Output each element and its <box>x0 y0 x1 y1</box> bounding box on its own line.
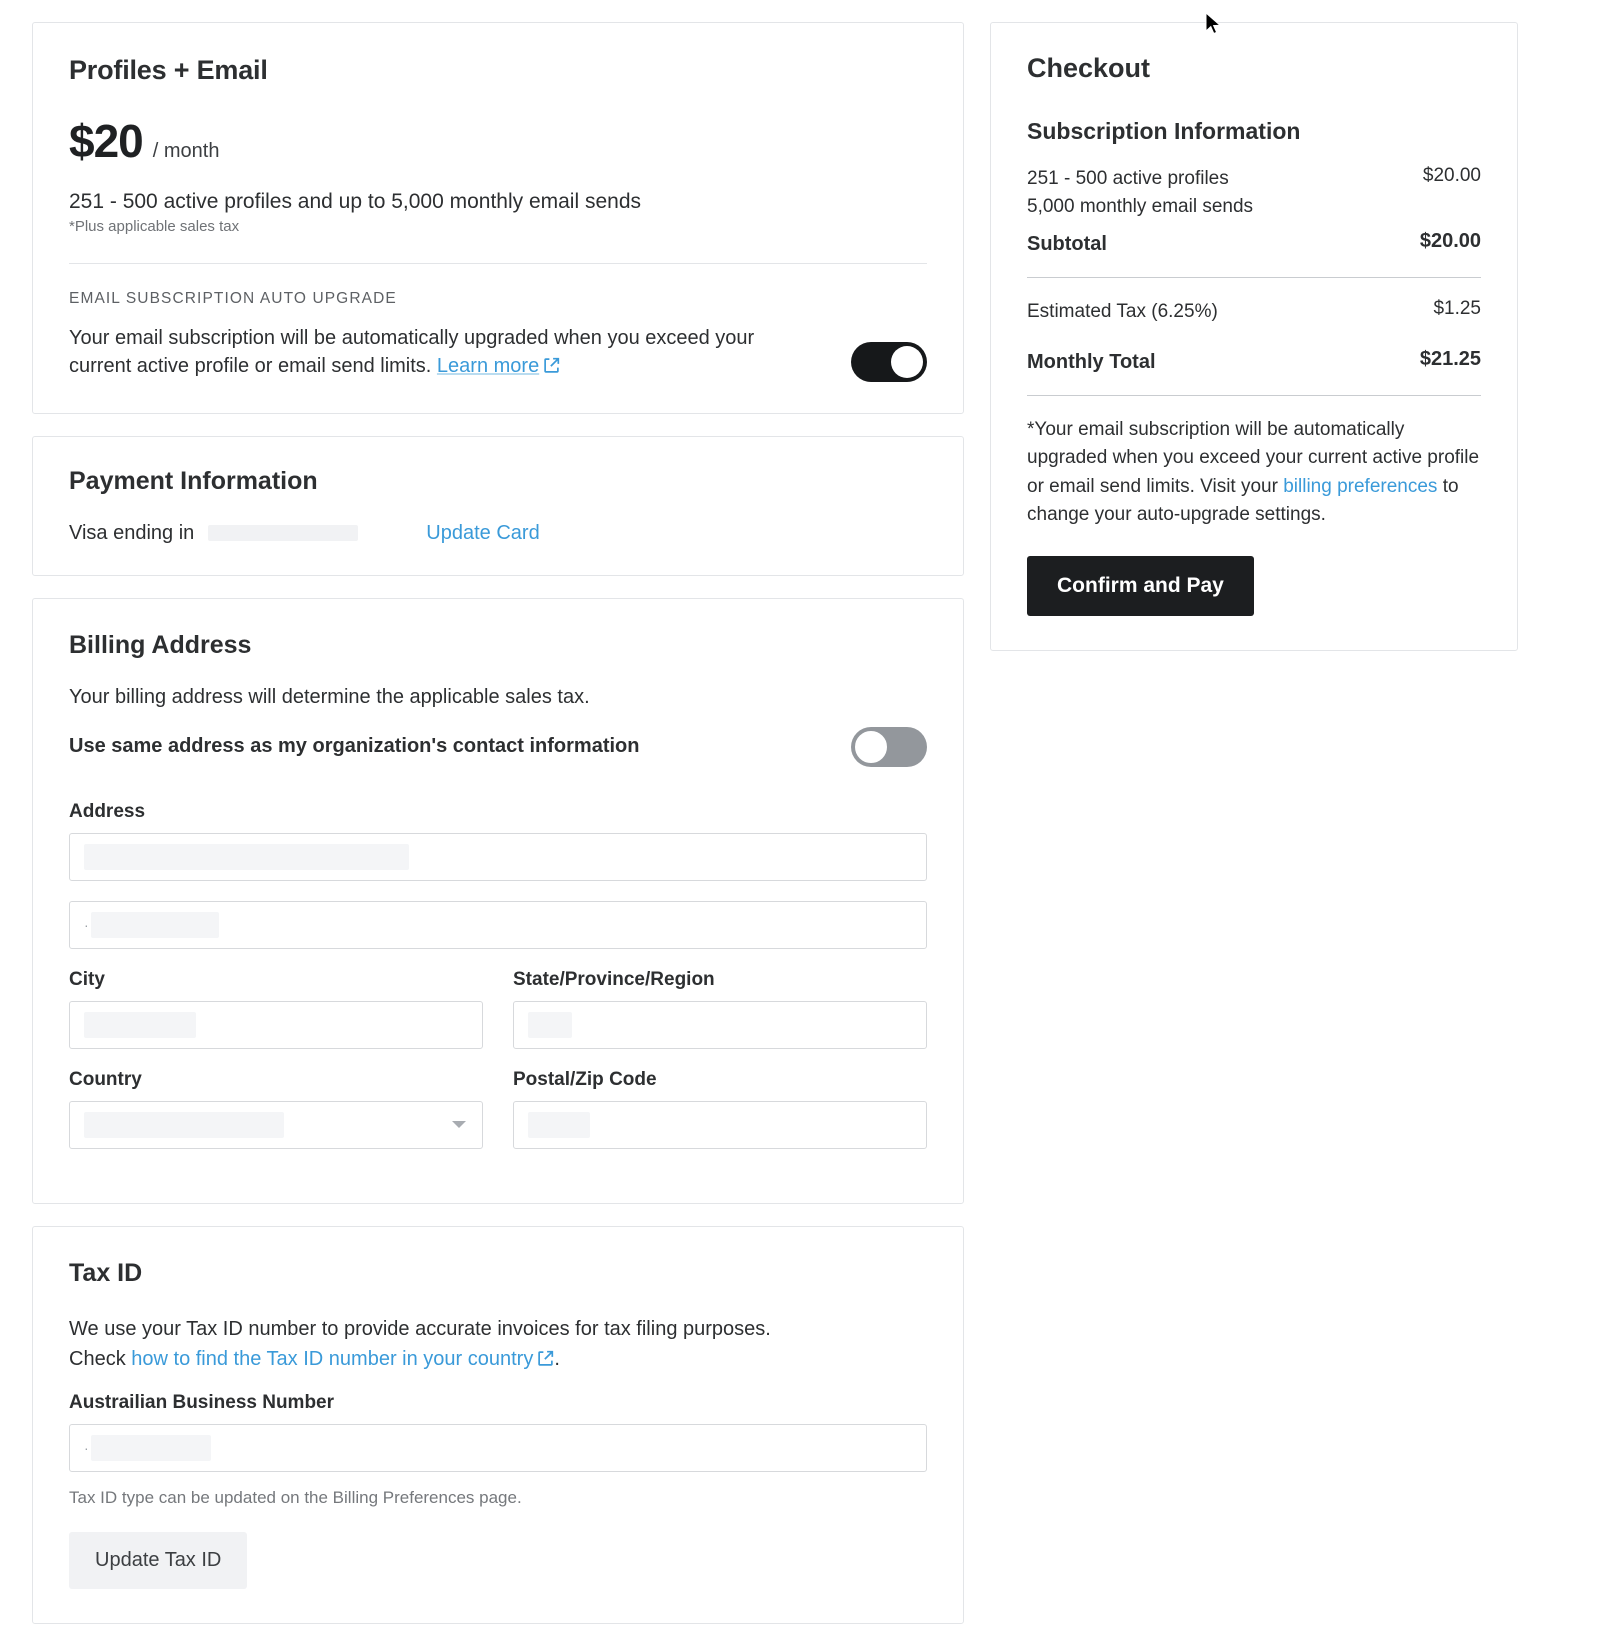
country-redacted <box>84 1111 284 1138</box>
billing-address-title: Billing Address <box>69 630 252 659</box>
subtotal-label: Subtotal <box>1027 233 1107 256</box>
external-link-icon <box>537 1346 554 1376</box>
line-item-label-line1: 251 - 500 active profiles <box>1027 168 1229 189</box>
billing-preferences-link[interactable]: billing preferences <box>1283 476 1437 497</box>
line-item-label: 251 - 500 active profiles 5,000 monthly … <box>1027 165 1253 220</box>
chevron-down-icon <box>452 1121 466 1129</box>
tax-id-input[interactable]: · <box>69 1423 927 1472</box>
same-address-toggle[interactable] <box>851 726 927 767</box>
address-line2-redacted <box>90 911 219 938</box>
plan-description: 251 - 500 active profiles and up to 5,00… <box>69 190 642 213</box>
postal-redacted <box>528 1111 590 1138</box>
confirm-and-pay-button[interactable]: Confirm and Pay <box>1027 555 1254 616</box>
address-line1-input[interactable] <box>69 832 927 881</box>
page-columns: Profiles + Email $20 / month 251 - 500 a… <box>0 0 1610 1642</box>
left-column: Profiles + Email $20 / month 251 - 500 a… <box>32 22 964 1642</box>
total-row: Monthly Total $21.25 <box>1027 348 1481 377</box>
same-address-label: Use same address as my organization's co… <box>69 735 640 758</box>
checkout-divider-2 <box>1027 394 1481 396</box>
state-field: State/Province/Region <box>513 969 927 1069</box>
payment-information-title: Payment Information <box>69 466 318 495</box>
plan-title: Profiles + Email <box>69 55 268 85</box>
auto-upgrade-description: Your email subscription will be automati… <box>69 324 821 383</box>
tax-id-check-suffix: . <box>554 1347 560 1370</box>
plan-card: Profiles + Email $20 / month 251 - 500 a… <box>32 22 964 414</box>
same-address-toggle-knob <box>855 730 887 763</box>
tax-id-field-label: Austrailian Business Number <box>69 1391 335 1413</box>
line-item-amount: $20.00 <box>1422 165 1481 186</box>
state-redacted <box>528 1011 572 1038</box>
billing-address-subtitle: Your billing address will determine the … <box>69 685 590 708</box>
tax-id-card: Tax ID We use your Tax ID number to prov… <box>32 1225 964 1624</box>
country-field: Country <box>69 1069 483 1169</box>
total-label: Monthly Total <box>1027 350 1156 373</box>
tax-id-description: We use your Tax ID number to provide acc… <box>69 1317 771 1340</box>
state-input[interactable] <box>513 1000 927 1049</box>
auto-upgrade-text: Your email subscription will be automati… <box>69 327 755 378</box>
checkout-title: Checkout <box>1027 53 1151 83</box>
line-item-label-line2: 5,000 monthly email sends <box>1027 195 1254 217</box>
line-item-row: 251 - 500 active profiles 5,000 monthly … <box>1027 165 1481 220</box>
payment-card-label: Visa ending in <box>69 521 195 544</box>
city-redacted <box>84 1011 196 1038</box>
tax-row: Estimated Tax (6.25%) $1.25 <box>1027 298 1481 326</box>
tax-id-title: Tax ID <box>69 1258 143 1287</box>
subscription-information-heading: Subscription Information <box>1027 118 1301 144</box>
state-label: State/Province/Region <box>513 968 715 990</box>
tax-id-help-link[interactable]: how to find the Tax ID number in your co… <box>131 1348 533 1370</box>
city-label: City <box>69 968 105 990</box>
tax-label: Estimated Tax (6.25%) <box>1027 301 1218 323</box>
postal-field: Postal/Zip Code <box>513 1069 927 1169</box>
city-state-row: City State/Province/Region <box>69 969 927 1069</box>
payment-card-digits-redacted <box>208 525 359 542</box>
plan-price-amount: $20 <box>69 115 144 167</box>
country-postal-row: Country Postal/Zip Code <box>69 1069 927 1169</box>
auto-upgrade-toggle[interactable] <box>851 342 927 382</box>
country-select[interactable] <box>69 1100 483 1149</box>
auto-upgrade-toggle-knob <box>891 346 923 378</box>
plan-tax-note: *Plus applicable sales tax <box>69 218 240 235</box>
postal-label: Postal/Zip Code <box>513 1068 657 1090</box>
address-label: Address <box>69 800 146 822</box>
country-label: Country <box>69 1068 142 1090</box>
subtotal-amount: $20.00 <box>1419 230 1481 253</box>
tax-id-redacted <box>90 1434 211 1461</box>
checkout-divider-1 <box>1027 277 1481 279</box>
right-column: Checkout Subscription Information 251 - … <box>990 22 1518 673</box>
tax-id-help-text: Tax ID type can be updated on the Billin… <box>69 1487 522 1507</box>
address-line1-redacted <box>84 843 409 870</box>
tax-id-caret: · <box>84 1439 89 1456</box>
total-amount: $21.25 <box>1419 347 1481 370</box>
external-link-icon <box>543 354 560 382</box>
update-card-link[interactable]: Update Card <box>426 522 539 545</box>
address-line2-input[interactable]: · <box>69 900 927 949</box>
tax-id-description-block: We use your Tax ID number to provide acc… <box>69 1314 927 1376</box>
plan-price-period: / month <box>152 140 220 162</box>
checkout-card: Checkout Subscription Information 251 - … <box>990 22 1518 651</box>
subtotal-row: Subtotal $20.00 <box>1027 230 1481 259</box>
address-line2-caret: · <box>84 916 89 933</box>
tax-amount: $1.25 <box>1433 298 1481 320</box>
tax-id-check-prefix: Check <box>69 1347 126 1370</box>
billing-checkout-page: Profiles + Email $20 / month 251 - 500 a… <box>0 0 1610 1642</box>
city-input[interactable] <box>69 1000 483 1049</box>
auto-upgrade-kicker: EMAIL SUBSCRIPTION AUTO UPGRADE <box>69 290 397 307</box>
billing-address-card: Billing Address Your billing address wil… <box>32 597 964 1204</box>
plan-price-row: $20 / month <box>69 114 927 168</box>
auto-upgrade-row: Your email subscription will be automati… <box>69 324 927 383</box>
payment-card-row: Visa ending in Update Card <box>69 522 927 545</box>
plan-divider <box>69 263 927 264</box>
checkout-disclaimer: *Your email subscription will be automat… <box>1027 416 1481 530</box>
learn-more-link[interactable]: Learn more <box>437 355 539 377</box>
same-address-row: Use same address as my organization's co… <box>69 726 927 767</box>
update-tax-id-button[interactable]: Update Tax ID <box>69 1531 248 1589</box>
postal-input[interactable] <box>513 1100 927 1149</box>
city-field: City <box>69 969 483 1069</box>
payment-information-card: Payment Information Visa ending in Updat… <box>32 435 964 576</box>
